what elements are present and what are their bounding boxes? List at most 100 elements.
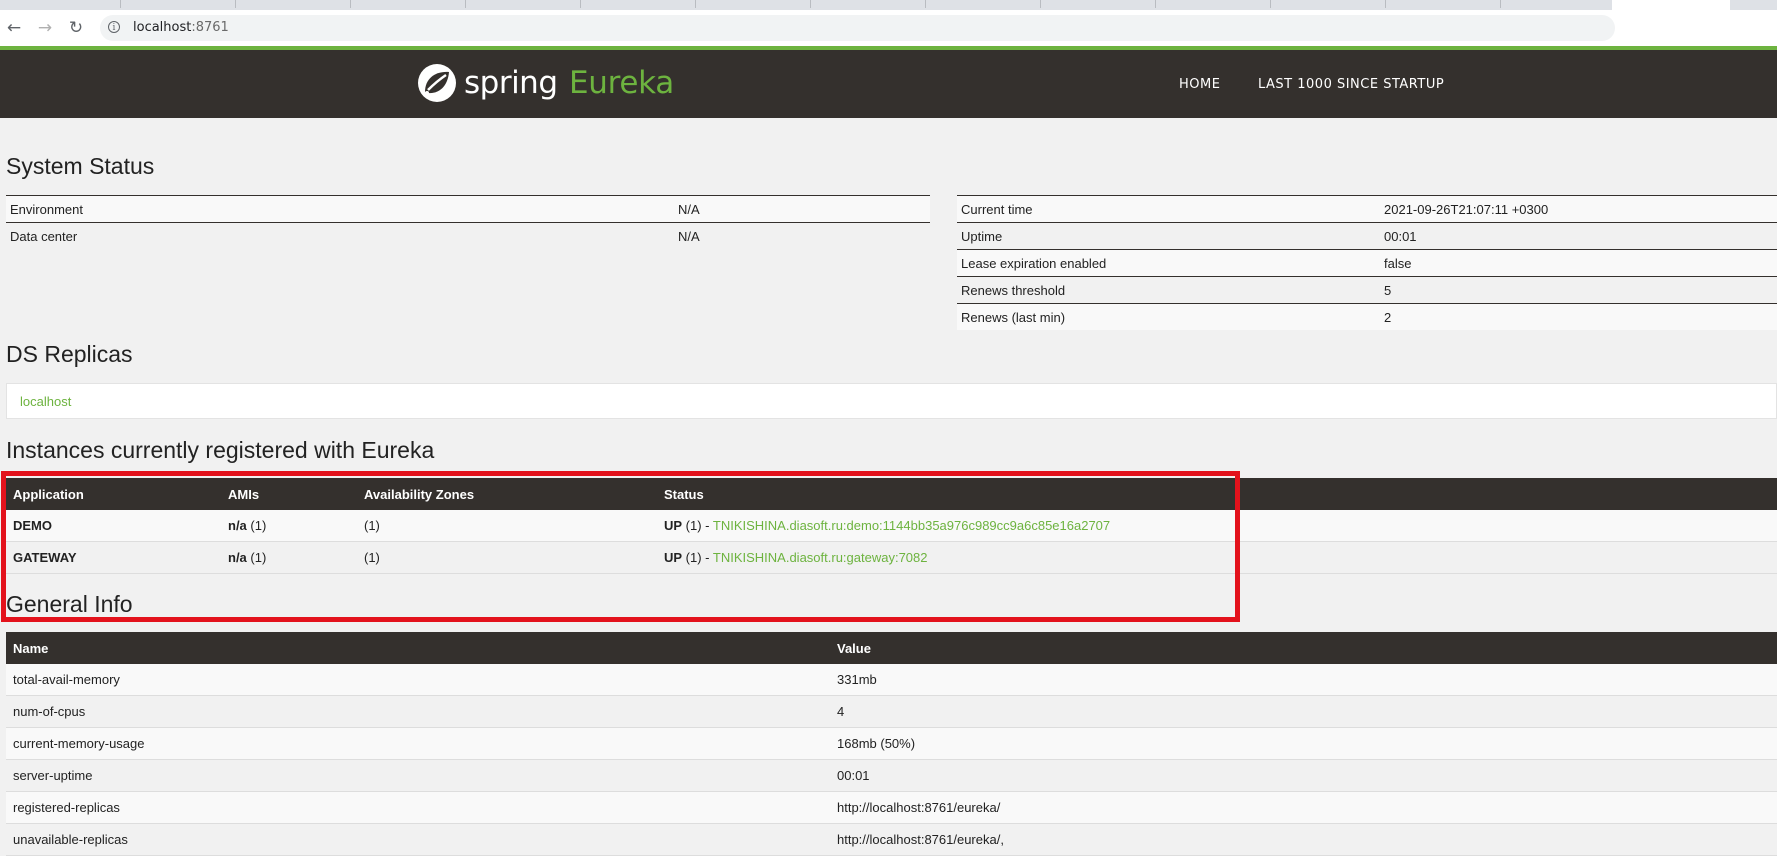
browser-tab[interactable]	[1040, 0, 1156, 8]
browser-tab[interactable]	[580, 0, 696, 8]
amis-count: (1)	[246, 550, 267, 565]
browser-tab[interactable]	[0, 0, 121, 8]
instances-table: Application AMIs Availability Zones Stat…	[6, 478, 1777, 574]
browser-tab[interactable]	[1500, 0, 1613, 8]
general-info-table: Name Value total-avail-memory 331mb num-…	[6, 632, 1777, 856]
logo-eureka-text: Eureka	[569, 65, 674, 101]
table-row: registered-replicas http://localhost:876…	[6, 791, 1777, 824]
amis-value: n/a	[228, 550, 247, 565]
info-value: 331mb	[830, 664, 1777, 696]
spring-leaf-icon	[418, 64, 456, 102]
table-row: server-uptime 00:01	[6, 759, 1777, 792]
address-bar: ← → ↻ i localhost:8761	[0, 10, 1777, 47]
url-text[interactable]: localhost:8761	[133, 20, 229, 35]
browser-tab-active[interactable]	[1612, 0, 1730, 10]
column-header-name: Name	[6, 632, 830, 664]
column-header-value: Value	[830, 632, 1777, 664]
instance-link[interactable]: TNIKISHINA.diasoft.ru:gateway:7082	[713, 550, 928, 565]
browser-tab[interactable]	[350, 0, 466, 8]
info-name: num-of-cpus	[6, 695, 830, 728]
amis-cell: n/a (1)	[221, 541, 357, 574]
eureka-navbar: spring Eureka HOME LAST 1000 SINCE START…	[0, 50, 1777, 118]
status-cell: UP (1) - TNIKISHINA.diasoft.ru:demo:1144…	[657, 510, 1777, 542]
replica-link-localhost[interactable]: localhost	[20, 394, 71, 409]
reload-icon[interactable]: ↻	[66, 18, 86, 38]
info-value: 4	[830, 695, 1777, 728]
status-key: Data center	[6, 222, 674, 249]
url-host: localhost	[133, 20, 192, 35]
table-row: Renews (last min) 2	[957, 303, 1777, 330]
application-name: GATEWAY	[6, 541, 221, 574]
status-key: Renews (last min)	[957, 303, 1380, 330]
amis-count: (1)	[246, 518, 267, 533]
ds-replicas-list: localhost	[6, 383, 1777, 419]
table-row: unavailable-replicas http://localhost:87…	[6, 823, 1777, 856]
table-row: num-of-cpus 4	[6, 695, 1777, 728]
status-count: (1) -	[682, 518, 713, 533]
instances-heading: Instances currently registered with Eure…	[6, 437, 435, 463]
status-value: 5	[1380, 276, 1777, 304]
info-value: http://localhost:8761/eureka/	[830, 791, 1777, 824]
browser-tab[interactable]	[120, 0, 236, 8]
system-status-heading: System Status	[6, 153, 155, 179]
info-name: total-avail-memory	[6, 664, 830, 696]
status-key: Renews threshold	[957, 276, 1380, 304]
table-row: Renews threshold 5	[957, 276, 1777, 304]
status-value: false	[1380, 249, 1777, 277]
status-value: 2021-09-26T21:07:11 +0300	[1380, 195, 1777, 223]
status-value: N/A	[674, 222, 930, 249]
site-info-icon[interactable]: i	[108, 21, 120, 33]
table-row: total-avail-memory 331mb	[6, 664, 1777, 696]
status-key: Lease expiration enabled	[957, 249, 1380, 277]
browser-tab-strip	[0, 0, 1777, 10]
table-row: Environment N/A	[6, 195, 930, 223]
info-name: current-memory-usage	[6, 727, 830, 760]
info-value: 168mb (50%)	[830, 727, 1777, 760]
status-key: Current time	[957, 195, 1380, 223]
ds-replicas-heading: DS Replicas	[6, 341, 133, 367]
status-value: N/A	[674, 195, 930, 223]
url-port: :8761	[191, 20, 229, 35]
general-info-heading: General Info	[6, 591, 133, 617]
info-value: 00:01	[830, 759, 1777, 792]
browser-tab[interactable]	[695, 0, 811, 8]
browser-tab[interactable]	[1155, 0, 1271, 8]
instance-link[interactable]: TNIKISHINA.diasoft.ru:demo:1144bb35a976c…	[713, 518, 1110, 533]
browser-tab[interactable]	[925, 0, 1041, 8]
status-value: 2	[1380, 303, 1777, 330]
system-status-right-table: Current time 2021-09-26T21:07:11 +0300 U…	[957, 195, 1777, 330]
application-name: DEMO	[6, 510, 221, 542]
nav-last-1000-link[interactable]: LAST 1000 SINCE STARTUP	[1258, 77, 1444, 92]
zones-cell: (1)	[357, 510, 657, 542]
column-header-amis: AMIs	[221, 478, 357, 510]
table-row: Current time 2021-09-26T21:07:11 +0300	[957, 195, 1777, 223]
info-name: registered-replicas	[6, 791, 830, 824]
status-key: Environment	[6, 195, 674, 223]
zones-cell: (1)	[357, 541, 657, 574]
browser-tab[interactable]	[465, 0, 581, 8]
status-up: UP	[664, 550, 683, 565]
info-value: http://localhost:8761/eureka/,	[830, 823, 1777, 856]
status-cell: UP (1) - TNIKISHINA.diasoft.ru:gateway:7…	[657, 541, 1777, 574]
browser-tab[interactable]	[235, 0, 351, 8]
amis-value: n/a	[228, 518, 247, 533]
status-value: 00:01	[1380, 222, 1777, 250]
back-arrow-icon[interactable]: ←	[4, 18, 24, 38]
status-count: (1) -	[682, 550, 713, 565]
browser-tab[interactable]	[1270, 0, 1386, 8]
browser-tab[interactable]	[1385, 0, 1501, 8]
url-input[interactable]: i localhost:8761	[100, 15, 1615, 41]
info-name: unavailable-replicas	[6, 823, 830, 856]
table-header-row: Name Value	[6, 632, 1777, 664]
table-row: DEMO n/a (1) (1) UP (1) - TNIKISHINA.dia…	[6, 510, 1777, 542]
table-row: Lease expiration enabled false	[957, 249, 1777, 277]
table-row: Uptime 00:01	[957, 222, 1777, 250]
amis-cell: n/a (1)	[221, 510, 357, 542]
nav-home-link[interactable]: HOME	[1179, 77, 1220, 92]
table-row: current-memory-usage 168mb (50%)	[6, 727, 1777, 760]
status-key: Uptime	[957, 222, 1380, 250]
browser-tab[interactable]	[810, 0, 926, 8]
column-header-status: Status	[657, 478, 1777, 510]
table-header-row: Application AMIs Availability Zones Stat…	[6, 478, 1777, 510]
forward-arrow-icon[interactable]: →	[35, 18, 55, 38]
